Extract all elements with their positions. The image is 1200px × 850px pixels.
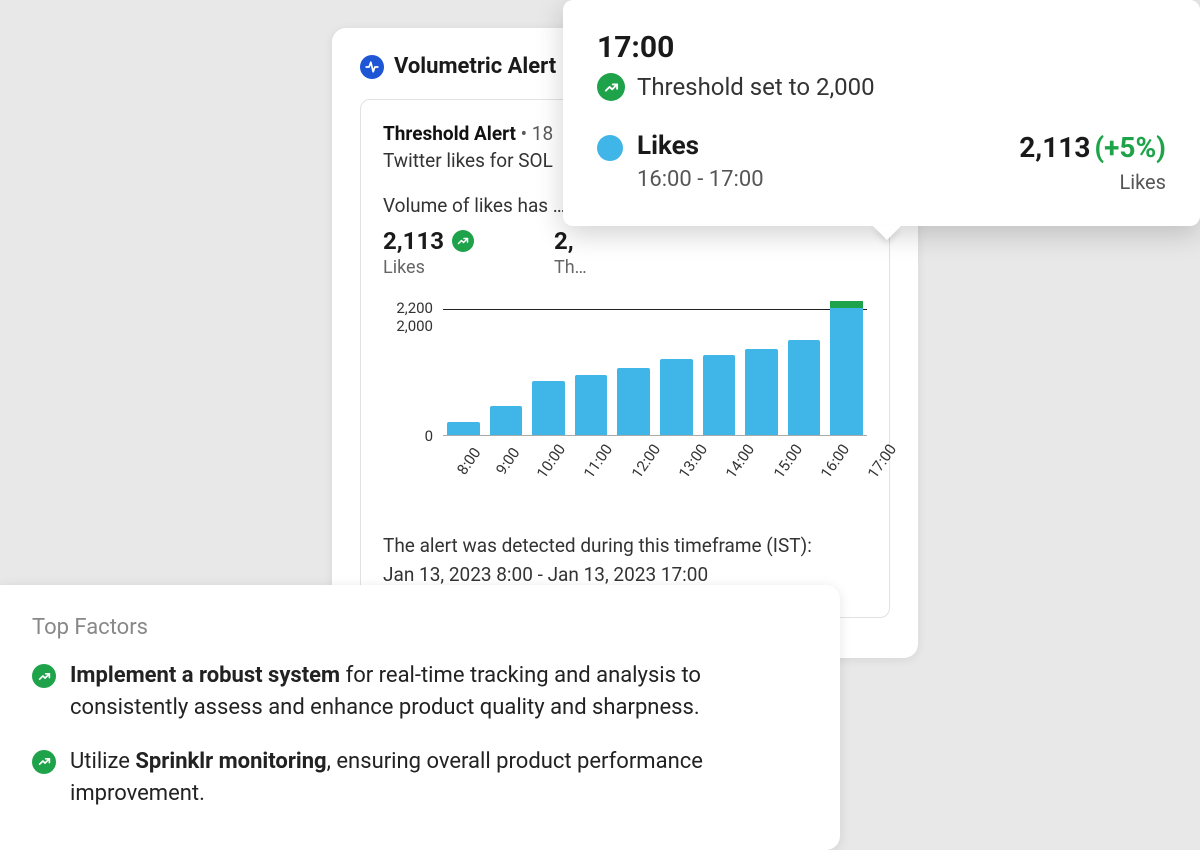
chart-bar[interactable] [830,301,863,435]
metric-threshold-value: 2, [554,227,574,255]
x-tick: 12:00 [628,441,664,482]
trend-up-icon [32,750,56,774]
trend-up-icon [32,664,56,688]
metric-threshold: 2, Th… [554,227,587,278]
trend-up-icon [452,230,474,252]
y-tick: 2,200 [396,299,433,317]
x-tick: 10:00 [533,441,569,482]
y-tick: 2,000 [396,317,433,335]
tooltip-value: 2,113 [1019,131,1090,164]
top-factors-card: Top Factors Implement a robust system fo… [0,585,840,850]
x-tick: 13:00 [675,441,711,482]
x-tick: 15:00 [770,441,806,482]
tooltip-unit: Likes [1019,170,1166,194]
tooltip-series: Likes 16:00 - 17:00 [597,131,764,192]
chart-bar[interactable] [447,422,480,435]
tooltip-time: 17:00 [597,30,1166,65]
x-tick: 11:00 [580,441,616,482]
tooltip-series-label: Likes [637,131,764,161]
timeframe-note: The alert was detected during this timef… [383,532,867,589]
tooltip-threshold-text: Threshold set to 2,000 [637,73,875,101]
chart-tooltip: 17:00 Threshold set to 2,000 Likes 16:00… [563,0,1200,226]
chart-bar[interactable] [660,359,693,435]
chart-bar[interactable] [617,368,650,435]
threshold-label: Threshold Alert [383,122,516,145]
tooltip-value-block: 2,113 (+5%) Likes [1019,131,1166,194]
chart-bar[interactable] [490,406,523,435]
chart-plot-area [443,296,867,436]
metrics-row: 2,113 Likes 2, Th… [383,227,867,278]
timeframe-line2: Jan 13, 2023 8:00 - Jan 13, 2023 17:00 [383,563,708,586]
x-tick: 17:00 [864,441,900,482]
chart-bar[interactable] [788,340,821,435]
trend-up-icon [597,73,625,101]
x-tick: 8:00 [453,444,484,478]
chart-bar[interactable] [532,381,565,435]
metric-likes: 2,113 Likes [383,227,474,278]
factor-text: Implement a robust system for real-time … [70,660,800,724]
threshold-meta: • 18 [516,122,553,145]
metric-likes-value: 2,113 [383,227,444,255]
chart-bar[interactable] [745,349,778,435]
factor-item: Utilize Sprinklr monitoring, ensuring ov… [32,746,800,810]
x-tick: 9:00 [492,444,523,478]
chart-bar[interactable] [575,375,608,435]
tooltip-delta: (+5%) [1094,131,1166,164]
chart-bar[interactable] [703,355,736,435]
x-tick: 16:00 [817,441,853,482]
series-color-dot [597,135,623,161]
threshold-line [443,309,867,310]
pulse-icon [360,55,384,79]
x-tick: 14:00 [722,441,758,482]
timeframe-line1: The alert was detected during this timef… [383,534,812,557]
chart-x-axis: 8:009:0010:0011:0012:0013:0014:0015:0016… [443,436,867,474]
factor-bold: Sprinklr monitoring [135,749,326,774]
alert-title: Volumetric Alert [394,54,556,79]
tooltip-threshold-row: Threshold set to 2,000 [597,73,1166,101]
factor-item: Implement a robust system for real-time … [32,660,800,724]
y-tick: 0 [425,427,433,445]
tooltip-time-range: 16:00 - 17:00 [637,167,764,192]
factor-bold: Implement a robust system [70,663,340,688]
metric-likes-label: Likes [383,257,474,278]
factor-text: Utilize Sprinklr monitoring, ensuring ov… [70,746,800,810]
top-factors-title: Top Factors [32,615,800,640]
likes-bar-chart[interactable]: 2,200 2,000 0 8:009:0010:0011:0012:0013:… [383,296,867,474]
factor-pre: Utilize [70,749,135,774]
metric-threshold-label: Th… [554,257,587,278]
